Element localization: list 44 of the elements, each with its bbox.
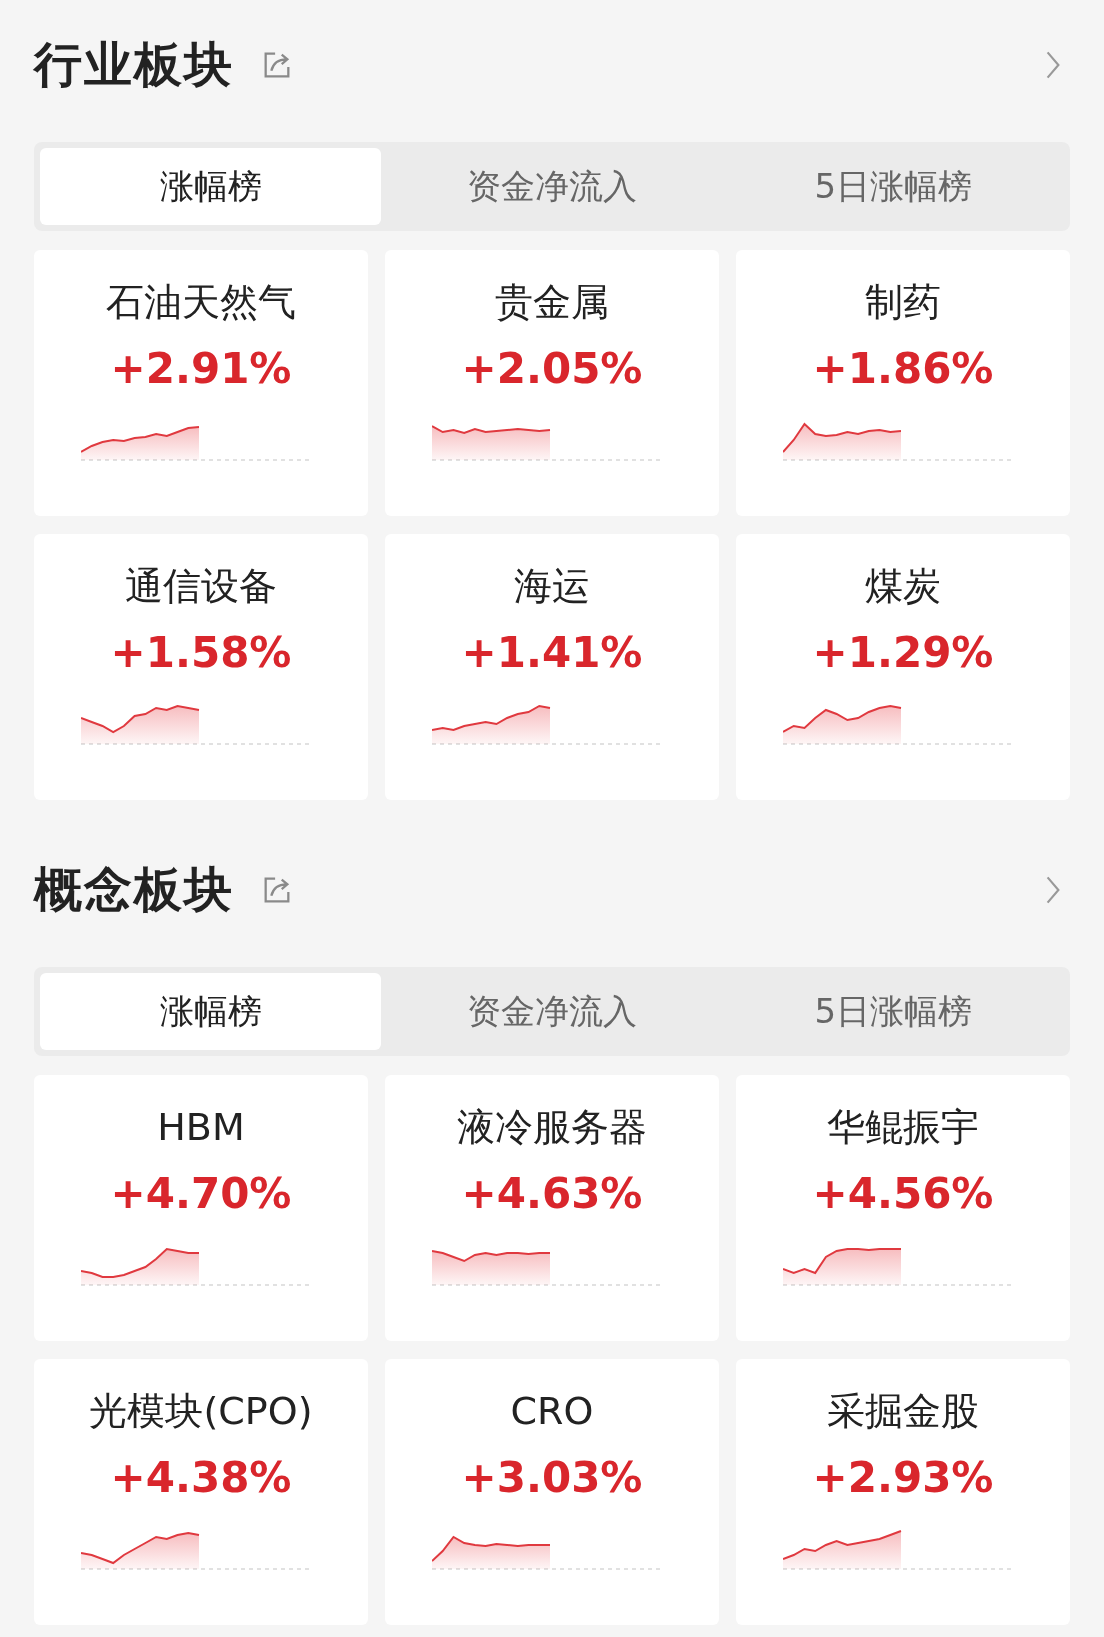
sector-card[interactable]: 液冷服务器 +4.63%: [385, 1075, 719, 1341]
sector-name: 海运: [514, 563, 590, 610]
change-percent: +1.41%: [461, 628, 643, 678]
change-percent: +4.63%: [461, 1169, 643, 1219]
sector-name: 光模块(CPO): [89, 1388, 313, 1435]
sector-card[interactable]: 采掘金股 +2.93%: [736, 1359, 1070, 1625]
sector-name: HBM: [157, 1104, 245, 1151]
change-percent: +1.86%: [812, 344, 994, 394]
change-percent: +1.58%: [110, 628, 292, 678]
sector-name: 煤炭: [865, 563, 941, 610]
sector-name: 制药: [865, 279, 941, 326]
sector-card[interactable]: 煤炭 +1.29%: [736, 534, 1070, 800]
sector-card[interactable]: 石油天然气 +2.91%: [34, 250, 368, 516]
sector-card[interactable]: 通信设备 +1.58%: [34, 534, 368, 800]
sector-name: 通信设备: [125, 563, 277, 610]
sector-card[interactable]: HBM +4.70%: [34, 1075, 368, 1341]
change-percent: +4.56%: [812, 1169, 994, 1219]
section-title: 行业板块: [34, 35, 234, 94]
change-percent: +2.93%: [812, 1453, 994, 1503]
sector-name: 石油天然气: [106, 279, 296, 326]
change-percent: +4.38%: [110, 1453, 292, 1503]
sector-name: 贵金属: [495, 279, 609, 326]
sector-name: 液冷服务器: [457, 1104, 647, 1151]
sector-name: CRO: [510, 1388, 594, 1435]
sector-card[interactable]: CRO +3.03%: [385, 1359, 719, 1625]
sector-name: 采掘金股: [827, 1388, 979, 1435]
change-percent: +2.05%: [461, 344, 643, 394]
sector-name: 华鲲振宇: [827, 1104, 979, 1151]
change-percent: +1.29%: [812, 628, 994, 678]
sector-card[interactable]: 光模块(CPO) +4.38%: [34, 1359, 368, 1625]
sector-card[interactable]: 海运 +1.41%: [385, 534, 719, 800]
change-percent: +4.70%: [110, 1169, 292, 1219]
tab[interactable]: 资金净流入: [381, 148, 723, 225]
sector-card[interactable]: 华鲲振宇 +4.56%: [736, 1075, 1070, 1341]
tab[interactable]: 5日涨幅榜: [722, 973, 1064, 1050]
tab[interactable]: 涨幅榜: [40, 973, 382, 1050]
change-percent: +2.91%: [110, 344, 292, 394]
section-title: 概念板块: [34, 860, 234, 919]
tab[interactable]: 5日涨幅榜: [722, 148, 1064, 225]
sector-card[interactable]: 制药 +1.86%: [736, 250, 1070, 516]
tab[interactable]: 资金净流入: [381, 973, 723, 1050]
change-percent: +3.03%: [461, 1453, 643, 1503]
sector-card[interactable]: 贵金属 +2.05%: [385, 250, 719, 516]
tab[interactable]: 涨幅榜: [40, 148, 382, 225]
